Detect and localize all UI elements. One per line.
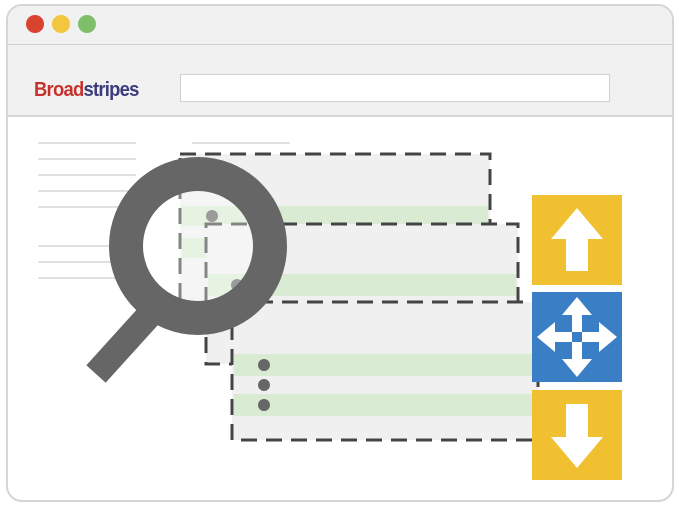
title-bar (8, 6, 672, 45)
page-content (8, 117, 672, 500)
row-bullet (258, 379, 270, 391)
address-input[interactable] (180, 74, 610, 102)
logo-part-stripes: stripes (83, 79, 139, 101)
broadstripes-logo[interactable]: Broadstripes (34, 79, 139, 102)
minimize-window-button[interactable] (52, 15, 70, 33)
card-row-highlight (234, 394, 536, 416)
row-bullet (258, 359, 270, 371)
browser-window: Broadstripes (6, 4, 674, 502)
move-button[interactable] (532, 292, 622, 382)
move-down-button[interactable] (532, 390, 622, 480)
logo-part-broad: Broad (34, 79, 84, 101)
row-bullet (258, 399, 270, 411)
card-row-highlight (234, 354, 536, 376)
move-up-button[interactable] (532, 195, 622, 285)
card-front[interactable] (230, 300, 540, 442)
illustration (38, 142, 622, 480)
toolbar: Broadstripes (8, 45, 672, 117)
close-window-button[interactable] (26, 15, 44, 33)
magnifier-lens (109, 157, 287, 335)
maximize-window-button[interactable] (78, 15, 96, 33)
